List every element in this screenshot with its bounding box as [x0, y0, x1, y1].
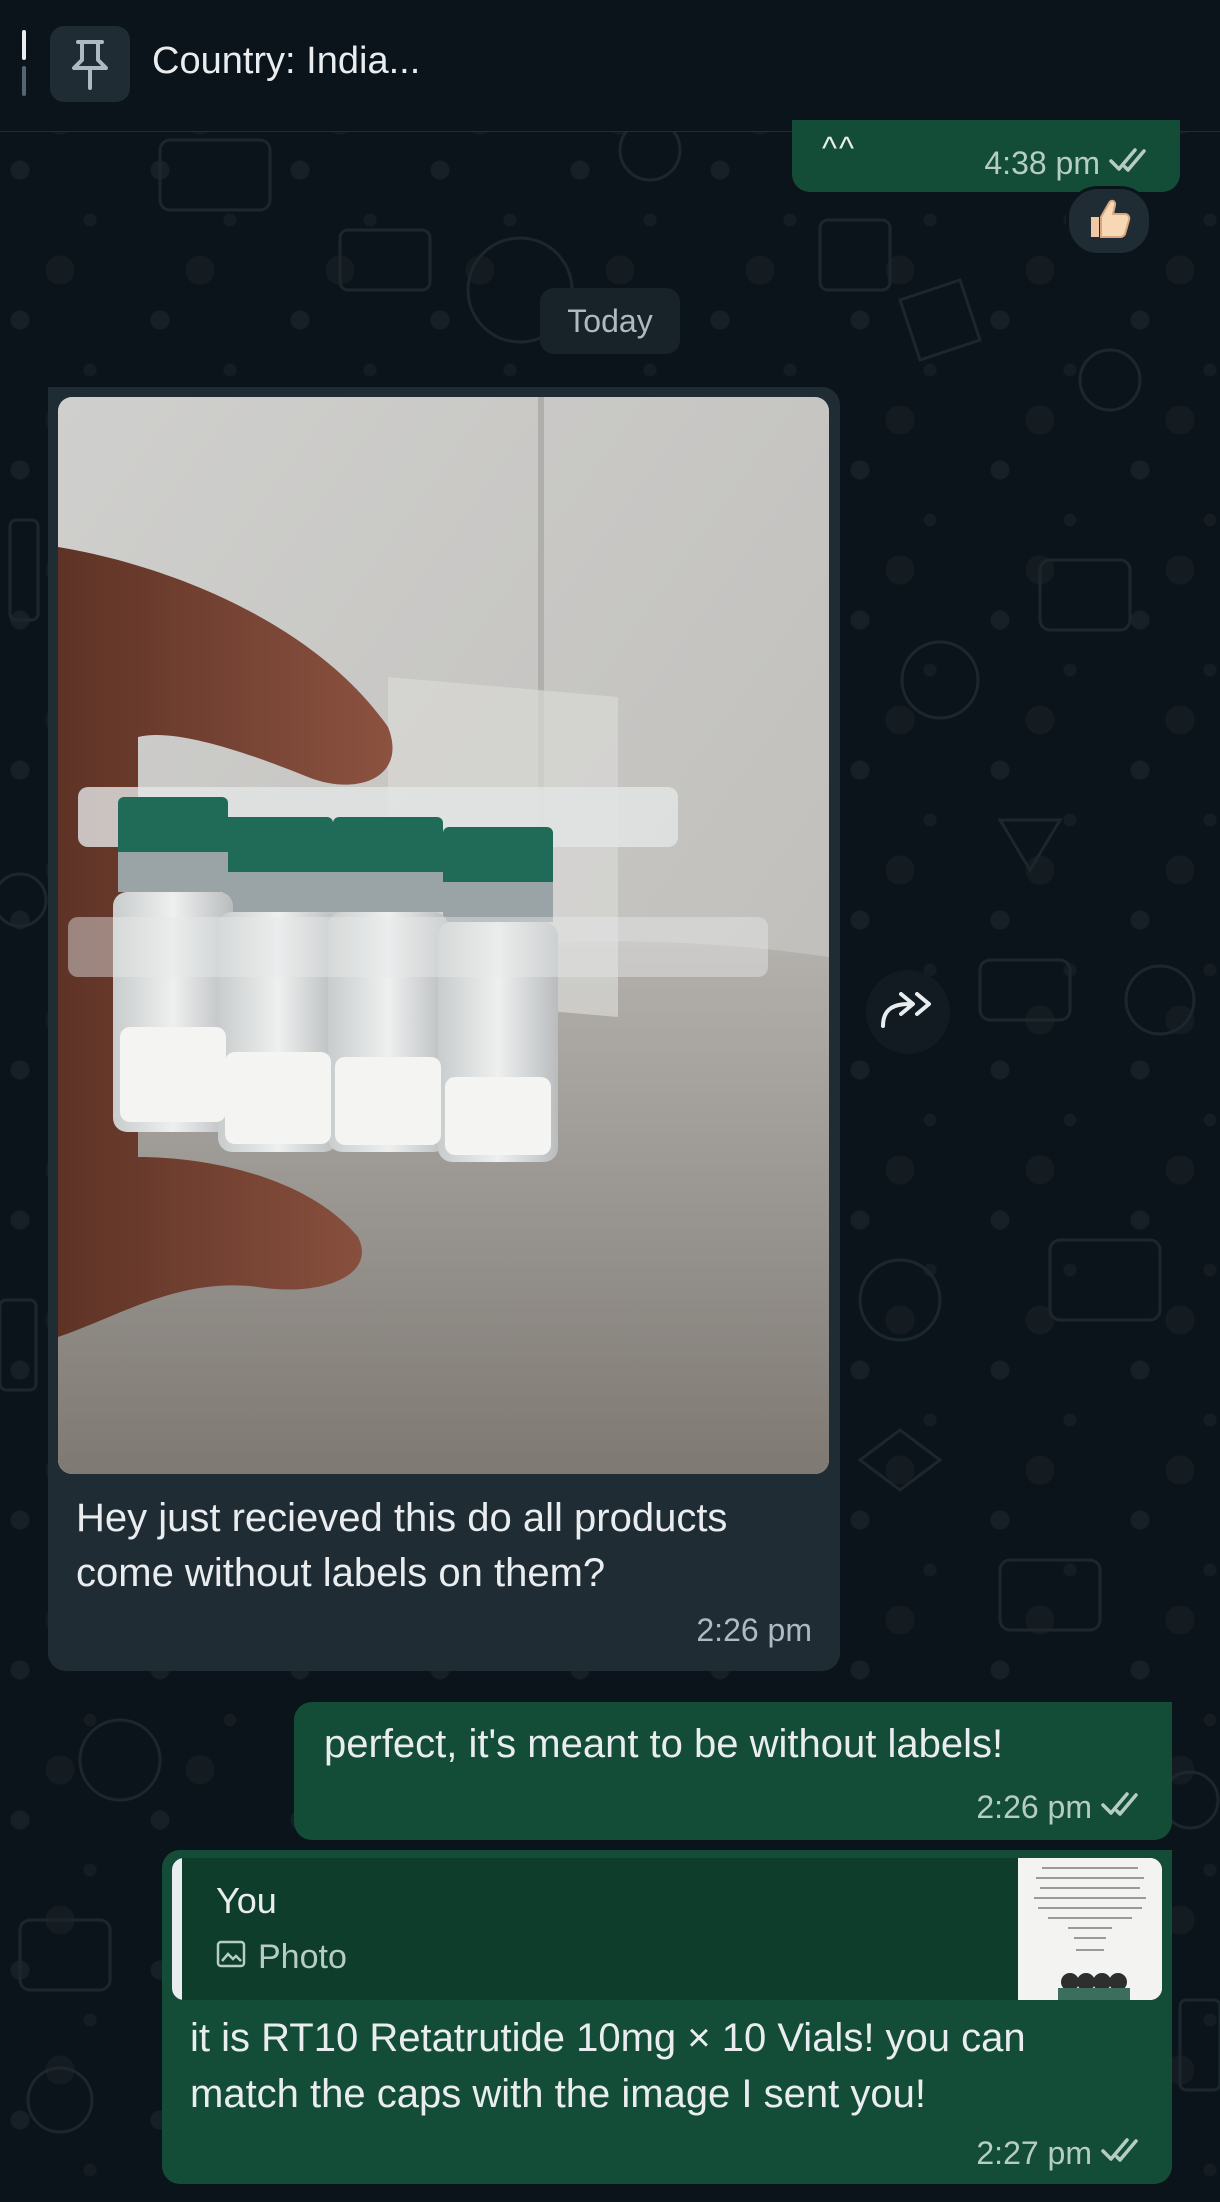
pinned-page-indicator — [22, 30, 27, 96]
quoted-photo-thumbnail — [1018, 1858, 1162, 2000]
outgoing-reply-message[interactable]: You Photo it is RT10 Retatrutide 10mg × … — [162, 1850, 1172, 2184]
outgoing-message[interactable]: ^^ 4:38 pm — [792, 120, 1180, 192]
double-check-icon — [1100, 1789, 1146, 1826]
quoted-type: Photo — [216, 1938, 347, 1977]
message-time: 2:26 pm — [976, 1789, 1092, 1825]
incoming-photo-message[interactable]: Hey just recieved this do all products c… — [48, 387, 840, 1671]
message-time: 4:38 pm — [984, 145, 1100, 181]
message-time: 2:26 pm — [696, 1612, 812, 1648]
message-meta: 2:27 pm — [976, 2135, 1146, 2172]
forward-icon — [879, 990, 937, 1035]
pinned-message-text[interactable]: Country: India... — [152, 40, 420, 83]
quoted-type-label: Photo — [258, 1938, 347, 1976]
vials-photo[interactable] — [58, 397, 829, 1474]
thumbs-up-icon — [1085, 195, 1133, 248]
message-text: it is RT10 Retatrutide 10mg × 10 Vials! … — [190, 2016, 1026, 2116]
date-separator: Today — [540, 288, 680, 354]
reaction-thumbs-up[interactable] — [1066, 186, 1152, 256]
message-time: 2:27 pm — [976, 2135, 1092, 2171]
message-meta: 2:26 pm — [976, 1789, 1146, 1826]
quoted-author: You — [216, 1880, 277, 1921]
image-icon — [216, 1938, 246, 1977]
double-check-icon — [1108, 145, 1154, 182]
message-meta: 4:38 pm — [984, 145, 1154, 182]
photo-caption: Hey just recieved this do all products c… — [76, 1496, 728, 1595]
quoted-message[interactable]: You Photo — [172, 1858, 1162, 2000]
message-meta: 2:26 pm — [696, 1612, 812, 1649]
pinned-message-bar[interactable]: Country: India... — [0, 0, 1220, 132]
forward-button[interactable] — [866, 970, 950, 1054]
double-check-icon — [1100, 2135, 1146, 2172]
message-text: ^^ — [822, 130, 857, 166]
pin-icon[interactable] — [50, 26, 130, 102]
quote-accent-bar — [172, 1858, 182, 2000]
outgoing-message[interactable]: perfect, it's meant to be without labels… — [294, 1702, 1172, 1840]
message-text: perfect, it's meant to be without labels… — [324, 1722, 1004, 1766]
